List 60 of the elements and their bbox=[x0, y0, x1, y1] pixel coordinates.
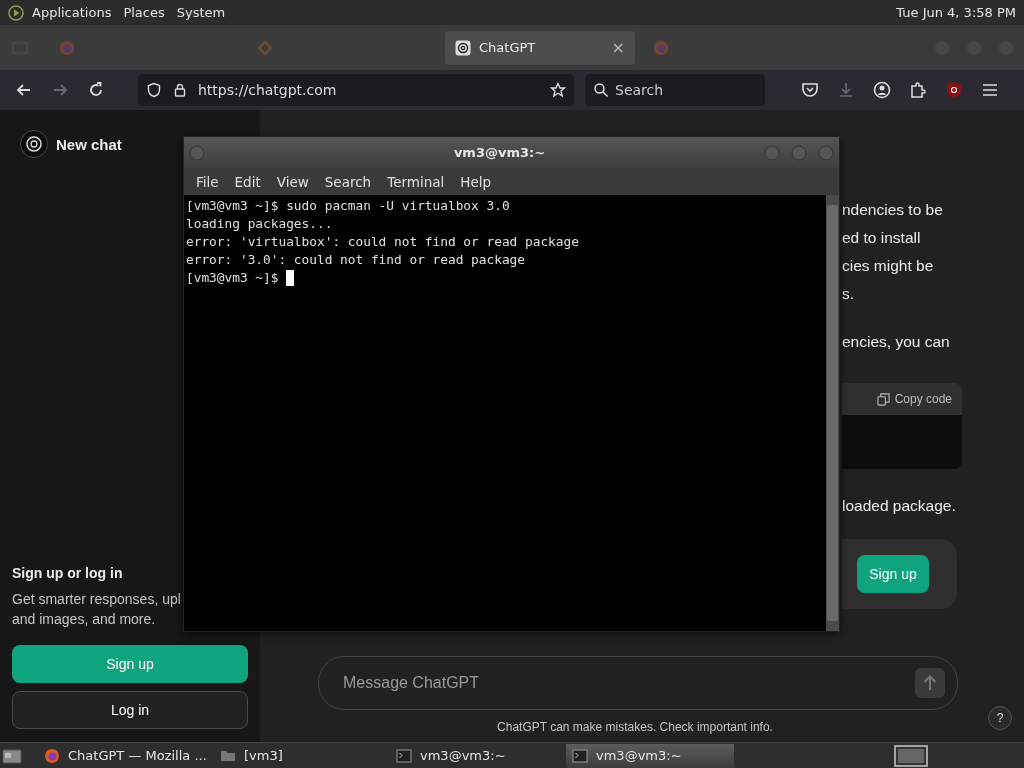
close-tab-button[interactable]: × bbox=[611, 38, 625, 57]
search-icon bbox=[593, 82, 609, 98]
menu-item[interactable]: Terminal bbox=[379, 173, 453, 190]
account-icon[interactable] bbox=[872, 80, 892, 100]
clock[interactable]: Tue Jun 4, 3:58 PM bbox=[896, 5, 1018, 20]
menu-item[interactable]: Help bbox=[452, 173, 500, 190]
menu-item[interactable]: File bbox=[188, 173, 227, 190]
window-title: vm3@vm3:~ bbox=[452, 145, 547, 160]
signup-description: Get smarter responses, upl and images, and more. bbox=[12, 590, 182, 629]
copy-icon bbox=[876, 392, 890, 406]
log-in-button[interactable]: Log in bbox=[12, 691, 248, 729]
terminal-line: [vm3@vm3 ~]$ sudo pacman -U virtualbox 3.0 bbox=[186, 197, 511, 215]
search-bar[interactable]: Search bbox=[585, 74, 765, 106]
text-cursor bbox=[286, 270, 295, 286]
panel-menu[interactable]: System bbox=[176, 5, 226, 20]
desktop-icon[interactable] bbox=[2, 746, 22, 765]
play-logo-icon[interactable] bbox=[8, 4, 24, 21]
star-icon[interactable] bbox=[550, 82, 566, 98]
shield-icon[interactable] bbox=[146, 82, 162, 98]
panel-menu[interactable]: Applications bbox=[32, 5, 112, 20]
firefox-icon bbox=[653, 39, 669, 56]
search-field[interactable]: Search bbox=[615, 76, 757, 104]
disclaimer: ChatGPT can make mistakes. Check important info. bbox=[496, 719, 774, 736]
send-icon[interactable] bbox=[915, 668, 945, 698]
firefox-icon bbox=[44, 747, 60, 764]
menu-item[interactable]: View bbox=[268, 173, 317, 190]
terminal-icon bbox=[572, 747, 588, 764]
firefox-icon bbox=[59, 39, 75, 56]
response-text: loaded package. bbox=[842, 496, 957, 516]
diamond-icon bbox=[257, 39, 273, 56]
browser-tab[interactable]: ChatGPT × bbox=[445, 30, 635, 65]
pocket-icon[interactable] bbox=[800, 80, 820, 100]
response-paragraph: ndencies to be ed to install cies might be s. bbox=[842, 200, 944, 304]
signup-heading: Sign up or log in bbox=[12, 565, 124, 581]
taskbar-item[interactable]: vm3@vm3:~ bbox=[390, 743, 558, 768]
menu-item[interactable]: Edit bbox=[226, 173, 269, 190]
message-composer[interactable]: Message ChatGPT bbox=[318, 656, 958, 710]
help-button[interactable]: ? bbox=[988, 706, 1012, 730]
panel-menu[interactable]: Places bbox=[123, 5, 165, 20]
terminal-prompt: [vm3@vm3 ~]$ bbox=[186, 269, 279, 287]
lock-icon[interactable] bbox=[172, 82, 188, 98]
chatgpt-logo-icon bbox=[455, 39, 471, 56]
scrollbar[interactable] bbox=[826, 195, 839, 631]
message-field[interactable]: Message ChatGPT bbox=[343, 663, 915, 703]
shield-badge-icon[interactable] bbox=[944, 80, 964, 100]
terminal-line: error: '3.0': could not find or read package bbox=[186, 251, 526, 269]
terminal-line: error: 'virtualbox': could not find or read package bbox=[186, 233, 580, 251]
address-bar[interactable]: https://chatgpt.com bbox=[138, 74, 574, 106]
taskbar-item[interactable]: ChatGPT — Mozilla ... bbox=[38, 743, 206, 768]
taskbar-item[interactable]: [vm3] bbox=[214, 743, 382, 768]
response-paragraph: encies, you can bbox=[842, 332, 951, 352]
puzzle-icon[interactable] bbox=[908, 80, 928, 100]
chatgpt-logo-icon bbox=[20, 130, 48, 158]
terminal-line: loading packages... bbox=[186, 215, 334, 233]
new-chat-button[interactable]: New chat bbox=[12, 130, 122, 158]
workspace-switcher-icon[interactable] bbox=[894, 744, 928, 767]
taskbar-item[interactable]: vm3@vm3:~ bbox=[566, 743, 734, 768]
terminal-icon bbox=[396, 747, 412, 764]
url-text: https://chatgpt.com bbox=[198, 82, 337, 98]
menu-item[interactable]: Search bbox=[316, 173, 380, 190]
